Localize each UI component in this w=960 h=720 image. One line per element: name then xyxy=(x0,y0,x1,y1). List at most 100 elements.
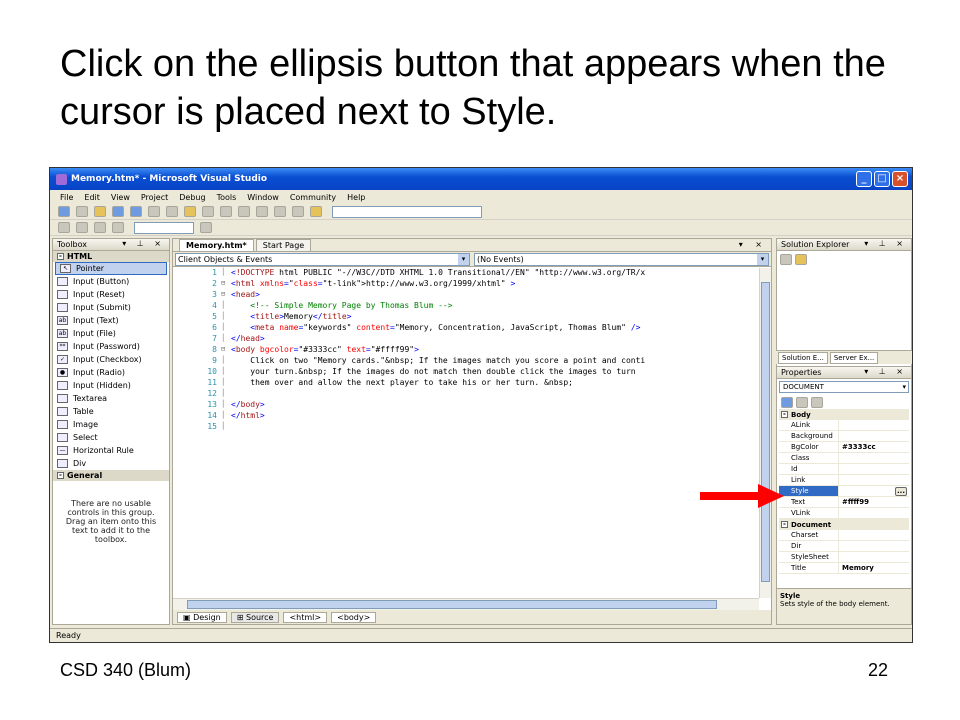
tab-memory-htm[interactable]: Memory.htm* xyxy=(179,239,254,251)
menu-help[interactable]: Help xyxy=(347,193,365,202)
property-value[interactable] xyxy=(839,508,909,518)
fold-marker-icon[interactable]: ⊟ xyxy=(221,290,231,301)
property-category[interactable]: - Body xyxy=(779,409,909,420)
property-row-alink[interactable]: ALink xyxy=(779,420,909,431)
fold-marker-icon[interactable]: ⊟ xyxy=(221,345,231,356)
new-project-icon[interactable] xyxy=(58,206,70,217)
toolbox-item-input-button[interactable]: Input (Button) xyxy=(53,275,169,288)
property-row-class[interactable]: Class xyxy=(779,453,909,464)
show-all-files-icon[interactable] xyxy=(795,254,807,265)
property-value[interactable]: #3333cc xyxy=(839,442,909,452)
undo-icon[interactable] xyxy=(202,206,214,217)
code-line[interactable]: 5 │ <title>Memory</title> xyxy=(173,312,759,323)
properties-object-combo[interactable]: DOCUMENT ▾ xyxy=(779,381,909,393)
property-value[interactable] xyxy=(839,453,909,463)
start-debug-icon[interactable] xyxy=(274,206,286,217)
toolbox-item-input-submit[interactable]: Input (Submit) xyxy=(53,301,169,314)
document-tab-controls[interactable]: ▾ × xyxy=(739,240,767,249)
toolbox-item-input-file[interactable]: ab Input (File) xyxy=(53,327,169,340)
copy-icon[interactable] xyxy=(166,206,178,217)
open-file-icon[interactable] xyxy=(94,206,106,217)
target-schema-combo[interactable] xyxy=(134,221,194,234)
tag-crumb-html[interactable]: <html> xyxy=(283,611,328,623)
horizontal-scrollbar[interactable] xyxy=(173,598,759,610)
property-value[interactable] xyxy=(839,530,909,540)
property-row-id[interactable]: Id xyxy=(779,464,909,475)
code-area[interactable]: 1 │ <!DOCTYPE html PUBLIC "-//W3C//DTD XHT… xyxy=(173,268,759,598)
property-value[interactable]: ... xyxy=(839,486,909,496)
tag-crumb-body[interactable]: <body> xyxy=(331,611,377,623)
menu-project[interactable]: Project xyxy=(141,193,168,202)
scrollbar-thumb[interactable] xyxy=(761,282,770,582)
redo-icon[interactable] xyxy=(220,206,232,217)
source-view-button[interactable]: ⊞ Source xyxy=(230,611,280,623)
navigate-forward-icon[interactable] xyxy=(256,206,268,217)
vertical-scrollbar[interactable] xyxy=(759,268,771,598)
menu-view[interactable]: View xyxy=(111,193,130,202)
toolbox-item-input-hidden[interactable]: Input (Hidden) xyxy=(53,379,169,392)
toolbox-item-input-text[interactable]: ab Input (Text) xyxy=(53,314,169,327)
property-row-style[interactable]: Style... xyxy=(779,486,909,497)
properties-icon[interactable] xyxy=(780,254,792,265)
menu-community[interactable]: Community xyxy=(290,193,336,202)
save-all-icon[interactable] xyxy=(130,206,142,217)
menu-tools[interactable]: Tools xyxy=(217,193,237,202)
ellipsis-button[interactable]: ... xyxy=(895,487,907,496)
property-row-background[interactable]: Background xyxy=(779,431,909,442)
maximize-button[interactable]: □ xyxy=(874,171,890,187)
property-row-stylesheet[interactable]: StyleSheet xyxy=(779,552,909,563)
outdent-icon[interactable] xyxy=(94,222,106,233)
tab-solution-explorer[interactable]: Solution E... xyxy=(778,351,828,364)
toolbox-group-general[interactable]: - General xyxy=(53,470,169,481)
toolbox-group-html[interactable]: - HTML xyxy=(53,251,169,262)
property-value[interactable] xyxy=(839,475,909,485)
menu-file[interactable]: File xyxy=(60,193,73,202)
properties-controls[interactable]: ▾ ⊥ × xyxy=(864,367,907,376)
toolbox-item-horizontal-rule[interactable]: — Horizontal Rule xyxy=(53,444,169,457)
indent-icon[interactable] xyxy=(76,222,88,233)
property-row-link[interactable]: Link xyxy=(779,475,909,486)
property-value[interactable] xyxy=(839,420,909,430)
property-row-title[interactable]: Title Memory xyxy=(779,563,909,574)
property-value[interactable]: Memory xyxy=(839,563,909,573)
minimize-button[interactable]: _ xyxy=(856,171,872,187)
comment-icon[interactable] xyxy=(112,222,124,233)
close-button[interactable]: × xyxy=(892,171,908,187)
code-line[interactable]: 15 │ xyxy=(173,422,759,433)
property-row-vlink[interactable]: VLink xyxy=(779,508,909,519)
property-value[interactable] xyxy=(839,464,909,474)
toolbox-item-textarea[interactable]: Textarea xyxy=(53,392,169,405)
code-line[interactable]: 2 ⊟ <html xmlns="class="t-link">http://www… xyxy=(173,279,759,290)
alphabetical-icon[interactable] xyxy=(796,396,808,408)
property-value[interactable] xyxy=(839,431,909,441)
toolbox-item-div[interactable]: Div xyxy=(53,457,169,470)
property-pages-icon[interactable] xyxy=(811,396,823,408)
categorized-icon[interactable] xyxy=(781,396,793,408)
design-view-button[interactable]: ▣ Design xyxy=(177,611,227,623)
client-objects-combo[interactable]: Client Objects & Events ▾ xyxy=(175,253,470,266)
tab-server-explorer[interactable]: Server Ex... xyxy=(829,351,879,364)
code-line[interactable]: 10 │ your turn.&nbsp; If the images do no… xyxy=(173,367,759,378)
code-line[interactable]: 3 ⊟ <head> xyxy=(173,290,759,301)
scrollbar-thumb[interactable] xyxy=(187,600,717,609)
toolbox-item-input-reset[interactable]: Input (Reset) xyxy=(53,288,169,301)
toolbox-controls[interactable]: ▾ ⊥ × xyxy=(122,239,165,248)
paste-icon[interactable] xyxy=(184,206,196,217)
fold-marker-icon[interactable]: ⊟ xyxy=(221,279,231,290)
toolbox-item-table[interactable]: Table xyxy=(53,405,169,418)
property-row-text[interactable]: Text #ffff99 xyxy=(779,497,909,508)
toolbox-item-input-password[interactable]: ** Input (Password) xyxy=(53,340,169,353)
property-row-bgcolor[interactable]: BgColor #3333cc xyxy=(779,442,909,453)
save-icon[interactable] xyxy=(112,206,124,217)
code-line[interactable]: 11 │ them over and allow the next player … xyxy=(173,378,759,389)
toolbox-item-select[interactable]: Select xyxy=(53,431,169,444)
property-row-dir[interactable]: Dir xyxy=(779,541,909,552)
code-line[interactable]: 1 │ <!DOCTYPE html PUBLIC "-//W3C//DTD XHT… xyxy=(173,268,759,279)
property-value[interactable]: #ffff99 xyxy=(839,497,909,507)
toolbox-item-pointer[interactable]: ↖ Pointer xyxy=(55,262,167,275)
tab-start-page[interactable]: Start Page xyxy=(255,239,312,251)
toolbox-item-image[interactable]: Image xyxy=(53,418,169,431)
menu-debug[interactable]: Debug xyxy=(179,193,205,202)
property-value[interactable] xyxy=(839,552,909,562)
format-icon[interactable] xyxy=(58,222,70,233)
